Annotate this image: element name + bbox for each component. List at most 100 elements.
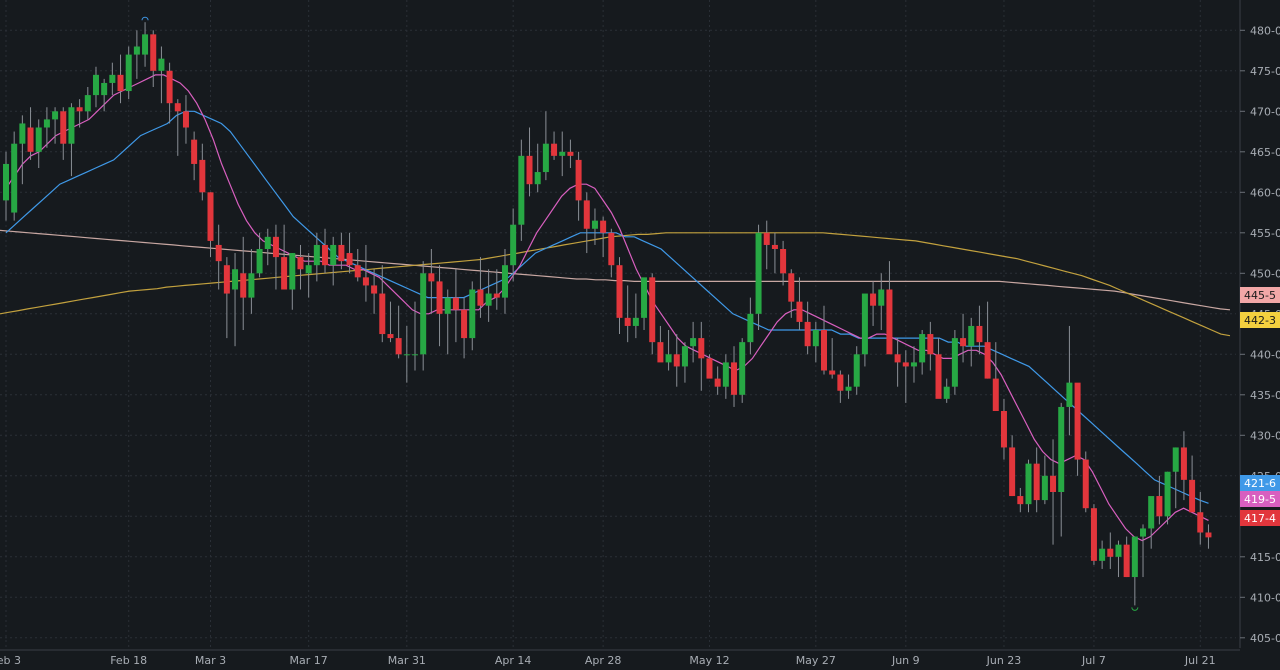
price-tag-label: 442-3 bbox=[1244, 314, 1276, 327]
candle-body bbox=[951, 338, 958, 387]
candle-body bbox=[297, 257, 304, 270]
candle-body bbox=[346, 253, 353, 266]
candle-body bbox=[452, 297, 459, 310]
candle-body bbox=[714, 378, 721, 387]
candle-body bbox=[706, 358, 713, 379]
y-tick-label: 465-0 bbox=[1250, 146, 1280, 159]
candle-body bbox=[412, 354, 418, 356]
candle-body bbox=[591, 220, 598, 229]
candle-body bbox=[461, 309, 468, 339]
candle-body bbox=[1123, 544, 1130, 578]
candle-body bbox=[510, 224, 517, 266]
y-tick-label: 415-0 bbox=[1250, 551, 1280, 564]
candle-body bbox=[354, 265, 361, 278]
y-tick-label: 405-0 bbox=[1250, 632, 1280, 645]
x-tick-label: Feb 3 bbox=[0, 654, 21, 666]
candle-body bbox=[927, 334, 934, 355]
y-tick-label: 435-0 bbox=[1250, 389, 1280, 402]
candle-body bbox=[1140, 528, 1147, 537]
price-tag-label: 419-5 bbox=[1244, 493, 1276, 506]
candle-body bbox=[1099, 548, 1106, 561]
candle-body bbox=[84, 95, 91, 112]
candle-body bbox=[698, 338, 705, 359]
candle-body bbox=[1115, 544, 1122, 557]
candle-body bbox=[330, 244, 337, 266]
candle-body bbox=[362, 277, 369, 286]
candle-body bbox=[1050, 475, 1057, 492]
candle-body bbox=[853, 354, 860, 387]
candle-body bbox=[1156, 496, 1163, 517]
price-tag-label: 445-5 bbox=[1244, 289, 1276, 302]
candle-body bbox=[1017, 496, 1024, 505]
candle-body bbox=[19, 123, 26, 144]
candle-body bbox=[518, 155, 525, 225]
candle-body bbox=[821, 330, 827, 371]
candle-body bbox=[142, 34, 149, 55]
candle-body bbox=[68, 107, 75, 144]
candle-body bbox=[256, 249, 263, 274]
candle-body bbox=[755, 232, 762, 314]
candle-body bbox=[657, 342, 664, 363]
candle-body bbox=[600, 220, 607, 233]
candle-body bbox=[289, 253, 296, 290]
candle-body bbox=[919, 334, 926, 363]
x-tick-label: Feb 18 bbox=[110, 654, 147, 666]
candle-body bbox=[35, 127, 42, 152]
candle-body bbox=[1189, 479, 1196, 513]
x-tick-label: Apr 28 bbox=[585, 654, 622, 666]
candle-body bbox=[223, 265, 230, 294]
candle-body bbox=[1058, 406, 1065, 492]
candle-body bbox=[910, 362, 917, 367]
candle-body bbox=[27, 127, 34, 152]
candle-body bbox=[935, 354, 942, 399]
candle-body bbox=[984, 342, 991, 379]
candle-body bbox=[976, 325, 983, 343]
y-tick-label: 410-0 bbox=[1250, 591, 1280, 604]
x-tick-label: Jul 7 bbox=[1081, 654, 1106, 666]
candle-body bbox=[52, 111, 59, 120]
candle-body bbox=[272, 236, 279, 258]
price-tag: 445-5 bbox=[1240, 287, 1280, 303]
candle-body bbox=[731, 362, 738, 395]
candle-body bbox=[559, 151, 566, 156]
candle-body bbox=[1180, 447, 1187, 480]
candle-body bbox=[387, 334, 394, 339]
chart-background bbox=[0, 0, 1280, 666]
y-tick-label: 470-0 bbox=[1250, 105, 1280, 118]
candle-body bbox=[788, 273, 795, 302]
candle-body bbox=[305, 265, 312, 274]
candle-body bbox=[207, 192, 214, 241]
candlestick-chart[interactable]: 405-0410-0415-0420-0425-0430-0435-0440-0… bbox=[0, 0, 1280, 667]
candle-body bbox=[158, 58, 165, 71]
candle-body bbox=[763, 232, 770, 245]
candle-body bbox=[1172, 447, 1179, 472]
candle-body bbox=[313, 244, 320, 266]
candle-body bbox=[771, 244, 778, 249]
candle-body bbox=[526, 155, 533, 185]
x-tick-label: Jun 23 bbox=[986, 654, 1022, 666]
candle-body bbox=[199, 159, 206, 193]
candle-body bbox=[960, 338, 967, 347]
candle-body bbox=[1000, 411, 1007, 448]
chart-canvas[interactable]: 405-0410-0415-0420-0425-0430-0435-0440-0… bbox=[0, 0, 1280, 667]
candle-body bbox=[215, 244, 222, 262]
candle-body bbox=[968, 325, 975, 347]
candle-body bbox=[101, 82, 108, 96]
candle-body bbox=[166, 70, 173, 104]
x-tick-label: May 27 bbox=[796, 654, 836, 666]
candle-body bbox=[812, 330, 819, 347]
candle-body bbox=[444, 297, 451, 314]
x-tick-label: May 12 bbox=[689, 654, 729, 666]
candle-body bbox=[493, 293, 500, 298]
candle-body bbox=[551, 143, 558, 156]
candle-body bbox=[583, 200, 590, 229]
candle-body bbox=[501, 265, 508, 298]
candle bbox=[951, 330, 958, 395]
candle-body bbox=[681, 346, 688, 367]
candle-body bbox=[264, 236, 271, 249]
candle-body bbox=[150, 34, 157, 71]
candle-body bbox=[477, 289, 484, 306]
y-tick-label: 430-0 bbox=[1250, 429, 1280, 442]
x-tick-label: Mar 17 bbox=[290, 654, 328, 666]
candle bbox=[11, 131, 18, 221]
